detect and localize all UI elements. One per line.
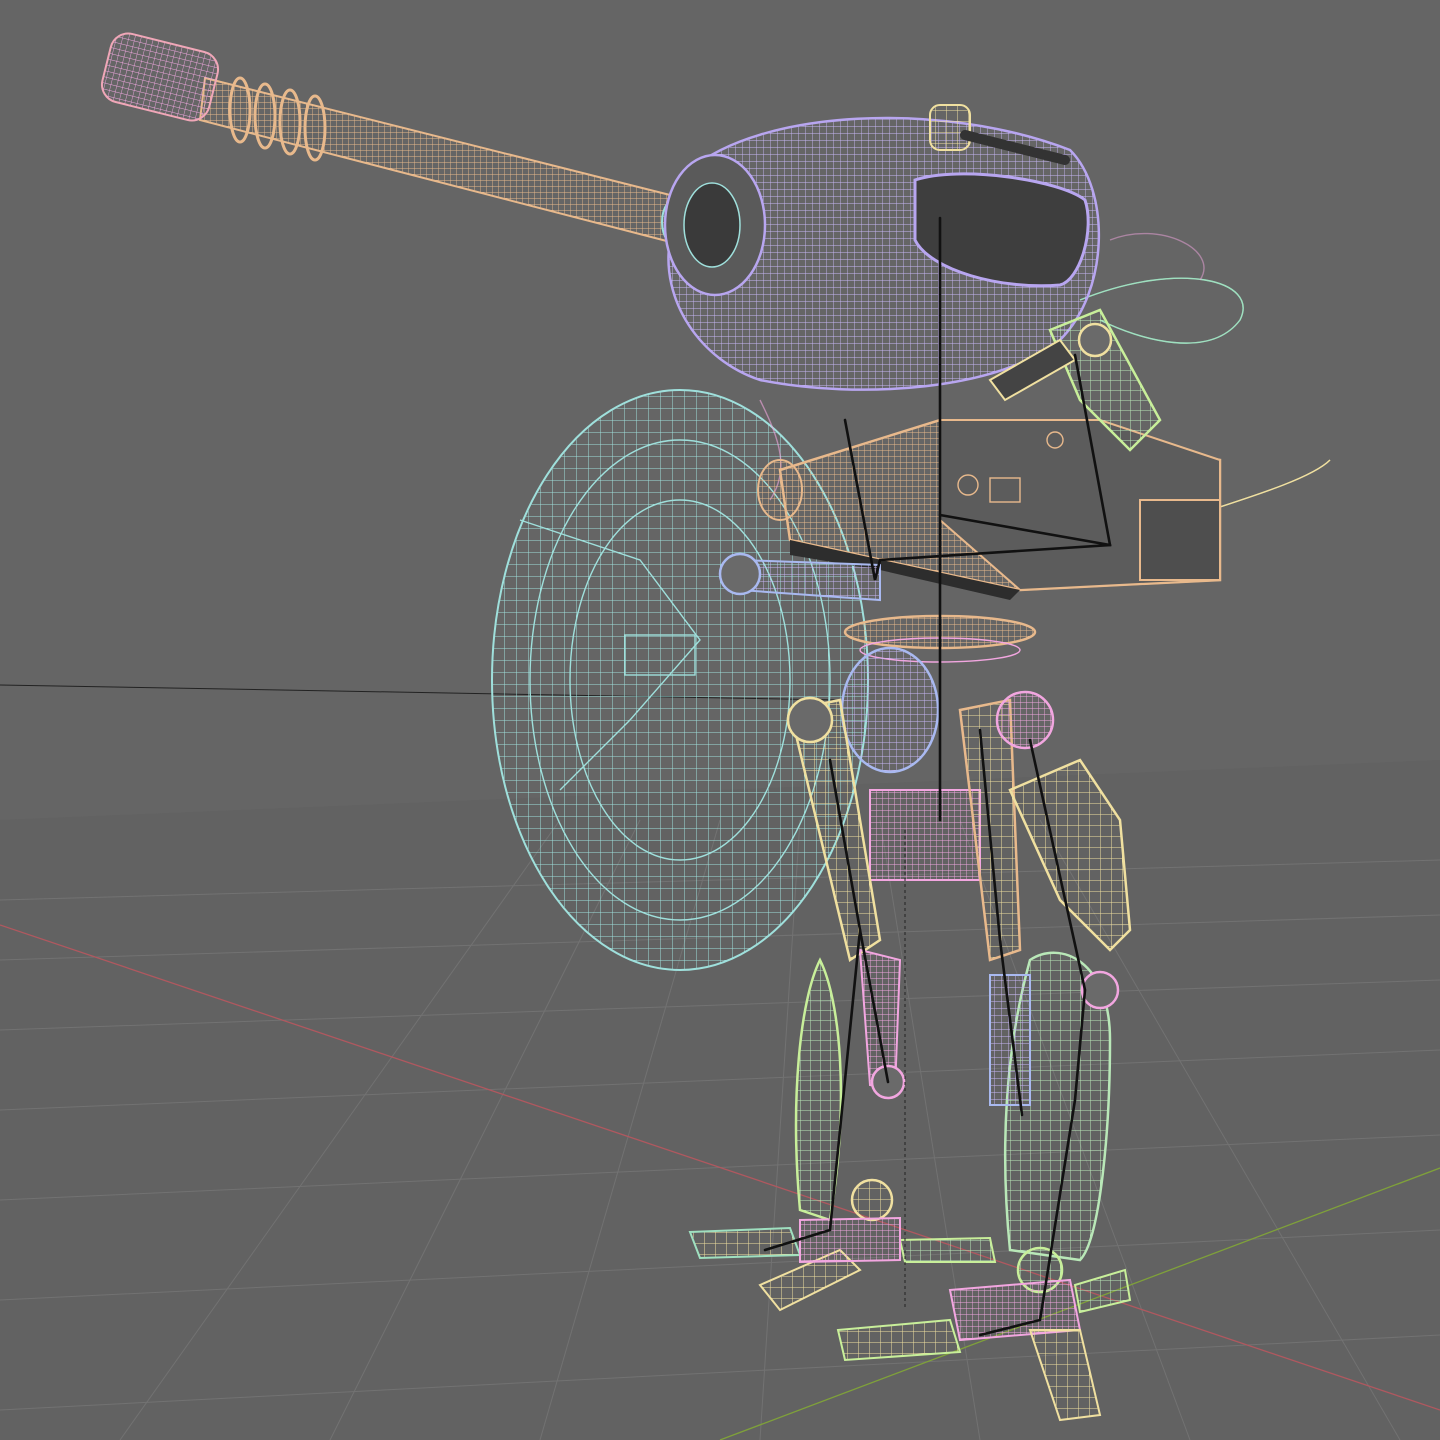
3d-viewport[interactable] (0, 0, 1440, 1440)
viewport-canvas[interactable] (0, 0, 1440, 1440)
muzzle-brake (100, 32, 220, 122)
pelvis-block (869, 789, 981, 881)
head-clip (929, 104, 971, 151)
gun-barrel[interactable] (98, 30, 699, 249)
piston (989, 974, 1031, 1106)
hip-joint (840, 646, 940, 774)
turret-head[interactable] (663, 104, 1100, 391)
